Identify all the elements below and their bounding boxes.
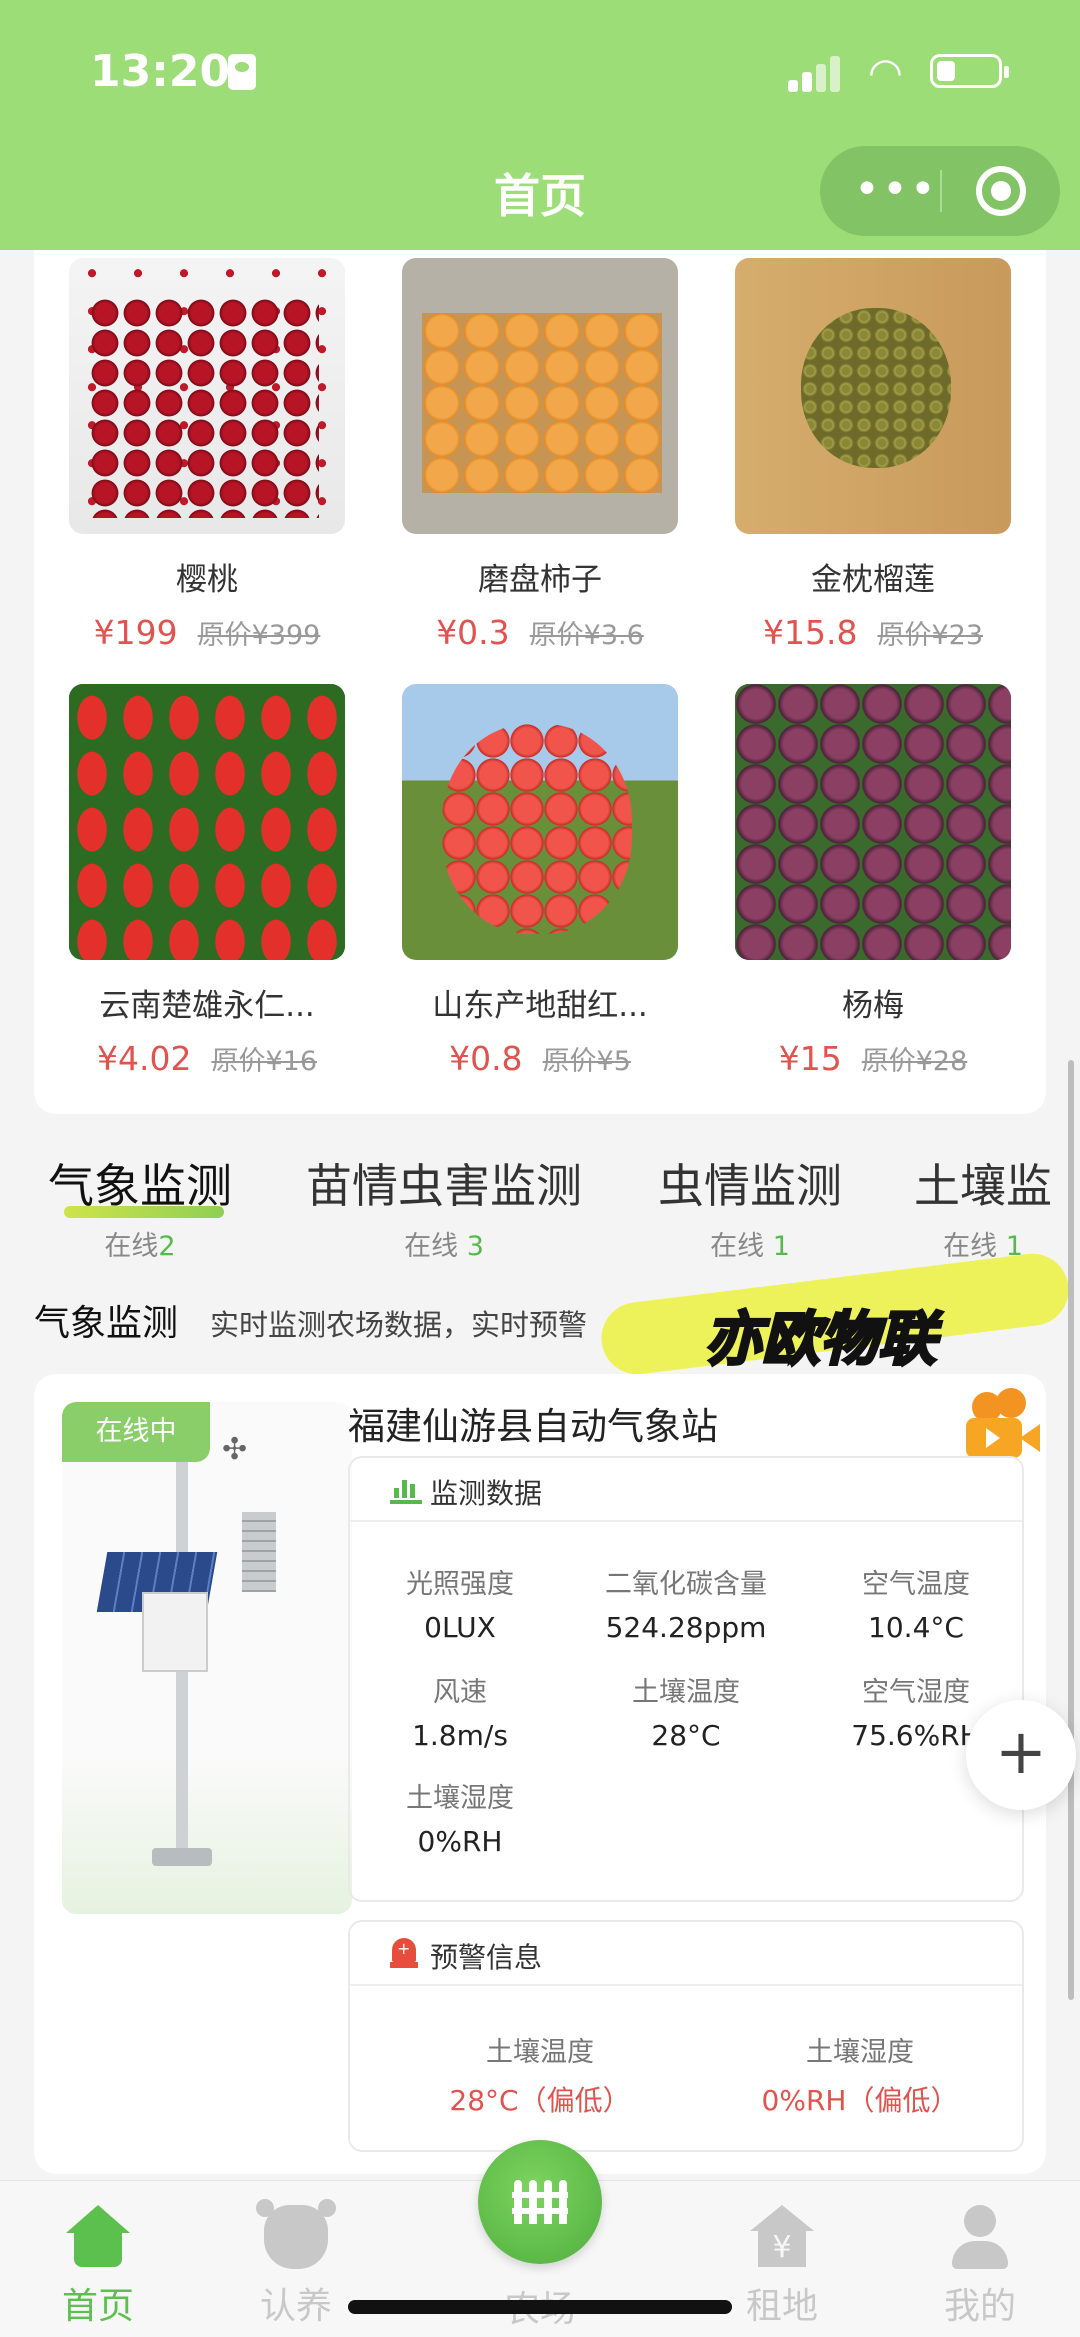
- product-name: 樱桃: [176, 562, 238, 598]
- persimmon-image: [402, 258, 678, 534]
- product-price: ¥15.8: [762, 613, 858, 652]
- product-price: ¥4.02: [96, 1039, 192, 1078]
- scrollbar[interactable]: [1068, 1060, 1074, 2000]
- product-price: ¥15: [778, 1039, 842, 1078]
- tab-label: 气象监测: [48, 1159, 232, 1213]
- home-indicator: [348, 2300, 732, 2314]
- product-card[interactable]: 山东产地甜红... ¥0.8 原价¥5: [402, 684, 678, 1078]
- bar-chart-icon: [390, 1476, 422, 1504]
- warning-item: 土壤温度 28°C（偏低）: [449, 2037, 631, 2117]
- warning-item: 土壤湿度 0%RH（偏低）: [761, 2037, 959, 2117]
- tab-rent-land[interactable]: 租地: [712, 2205, 852, 2329]
- tab-profile[interactable]: 我的: [910, 2205, 1050, 2329]
- status-time: 13:20: [90, 46, 231, 97]
- tab-online-count: 在线 3: [404, 1231, 484, 1262]
- product-name: 金枕榴莲: [811, 562, 935, 598]
- fence-icon: [512, 2180, 568, 2224]
- tab-weather-monitor[interactable]: 气象监测 在线2: [48, 1150, 232, 1263]
- warning-title: 预警信息: [430, 1941, 543, 1974]
- product-card[interactable]: 云南楚雄永仁... ¥4.02 原价¥16: [69, 684, 345, 1078]
- weather-station-image: ✣ 在线中: [62, 1402, 352, 1914]
- product-name: 山东产地甜红...: [432, 988, 648, 1024]
- tab-label: 苗情虫害监测: [306, 1159, 582, 1213]
- tab-label: 首页: [61, 2286, 134, 2327]
- tab-home[interactable]: 首页: [28, 2205, 168, 2329]
- product-card[interactable]: 杨梅 ¥15 原价¥28: [735, 684, 1011, 1078]
- product-original-price: 原价¥16: [211, 1046, 318, 1077]
- product-card[interactable]: 樱桃 ¥199 原价¥399: [69, 258, 345, 652]
- monitor-data-title: 监测数据: [430, 1477, 543, 1510]
- sim-card-icon: [228, 54, 256, 90]
- product-card[interactable]: 金枕榴莲 ¥15.8 原价¥23: [735, 258, 1011, 652]
- tab-adopt[interactable]: 认养: [226, 2199, 366, 2329]
- status-badge: 在线中: [62, 1402, 210, 1462]
- brand-watermark: 亦欧物联: [702, 1304, 937, 1375]
- video-camera-icon[interactable]: [966, 1388, 1046, 1458]
- tab-soil-monitor[interactable]: 土壤监 在线 1: [914, 1150, 1052, 1263]
- target-close-icon[interactable]: [976, 166, 1026, 216]
- metric-item: 土壤湿度 0%RH: [406, 1783, 514, 1858]
- bayberry-image: [735, 684, 1011, 960]
- durian-image: [735, 258, 1011, 534]
- top-bar: 13:20 ◠ 首页 •••: [0, 0, 1080, 250]
- product-original-price: 原价¥28: [861, 1046, 968, 1077]
- signal-icon: [788, 52, 848, 92]
- wifi-icon: ◠: [868, 50, 903, 96]
- section-subtitle: 实时监测农场数据，实时预警: [210, 1308, 588, 1342]
- product-original-price: 原价¥3.6: [529, 620, 644, 651]
- rent-house-icon: [750, 2205, 814, 2269]
- product-card[interactable]: 磨盘柿子 ¥0.3 原价¥3.6: [402, 258, 678, 652]
- weather-station-card[interactable]: ✣ 在线中 福建仙游县自动气象站 监测数据 光照强度 0LUX 二氧化碳含量 524…: [34, 1374, 1046, 2174]
- add-button[interactable]: +: [966, 1700, 1076, 1810]
- tab-online-count: 在线2: [104, 1231, 176, 1262]
- metric-item: 空气温度 10.4°C: [862, 1569, 970, 1644]
- strawberry-image: [69, 684, 345, 960]
- product-original-price: 原价¥399: [197, 620, 321, 651]
- user-icon: [948, 2205, 1012, 2269]
- farm-center-button[interactable]: [478, 2140, 602, 2264]
- product-name: 杨梅: [842, 988, 904, 1024]
- device-name: 福建仙游县自动气象站: [348, 1405, 718, 1448]
- warning-panel: + 预警信息 土壤温度 28°C（偏低） 土壤湿度 0%RH（偏低）: [348, 1920, 1024, 2152]
- tab-label: 我的: [943, 2286, 1016, 2327]
- cherry-image: [69, 258, 345, 534]
- product-name: 磨盘柿子: [478, 562, 602, 598]
- tab-label: 认养: [259, 2286, 332, 2327]
- metric-item: 二氧化碳含量 524.28ppm: [605, 1569, 767, 1644]
- tab-label: 土壤监: [914, 1159, 1052, 1213]
- metric-item: 土壤温度 28°C: [632, 1677, 740, 1752]
- tab-online-count: 在线 1: [710, 1231, 790, 1262]
- product-price: ¥0.8: [449, 1039, 523, 1078]
- metric-item: 光照强度 0LUX: [406, 1569, 514, 1644]
- alarm-light-icon: +: [390, 1938, 418, 1970]
- product-price: ¥199: [93, 613, 178, 652]
- tab-label: 虫情监测: [658, 1159, 842, 1213]
- product-price: ¥0.3: [436, 613, 510, 652]
- tab-label: 租地: [745, 2286, 818, 2327]
- home-icon: [66, 2205, 130, 2269]
- product-original-price: 原价¥23: [877, 620, 984, 651]
- product-name: 云南楚雄永仁...: [99, 988, 315, 1024]
- monitor-data-panel: 监测数据 光照强度 0LUX 二氧化碳含量 524.28ppm 空气温度 10.4°C…: [348, 1456, 1024, 1902]
- tab-insect-monitor[interactable]: 虫情监测 在线 1: [658, 1150, 842, 1263]
- anemometer-icon: ✣: [222, 1432, 248, 1467]
- hawthorn-image: [402, 684, 678, 960]
- battery-icon: [930, 54, 1009, 88]
- capsule-divider: [940, 170, 942, 212]
- cow-icon: [256, 2199, 336, 2269]
- product-grid: 樱桃 ¥199 原价¥399 磨盘柿子 ¥0.3 原价¥3.6 金枕榴莲 ¥15.8…: [34, 250, 1046, 1114]
- metric-item: 风速 1.8m/s: [412, 1677, 508, 1752]
- monitor-tabs: 气象监测 在线2 苗情虫害监测 在线 3 虫情监测 在线 1 土壤监 在线 1: [0, 1150, 1080, 1270]
- tab-seedling-pest-monitor[interactable]: 苗情虫害监测 在线 3: [306, 1150, 582, 1263]
- product-original-price: 原价¥5: [542, 1046, 631, 1077]
- mini-program-capsule: •••: [820, 146, 1060, 236]
- section-title: 气象监测: [34, 1303, 179, 1344]
- more-dots-icon[interactable]: •••: [854, 164, 938, 215]
